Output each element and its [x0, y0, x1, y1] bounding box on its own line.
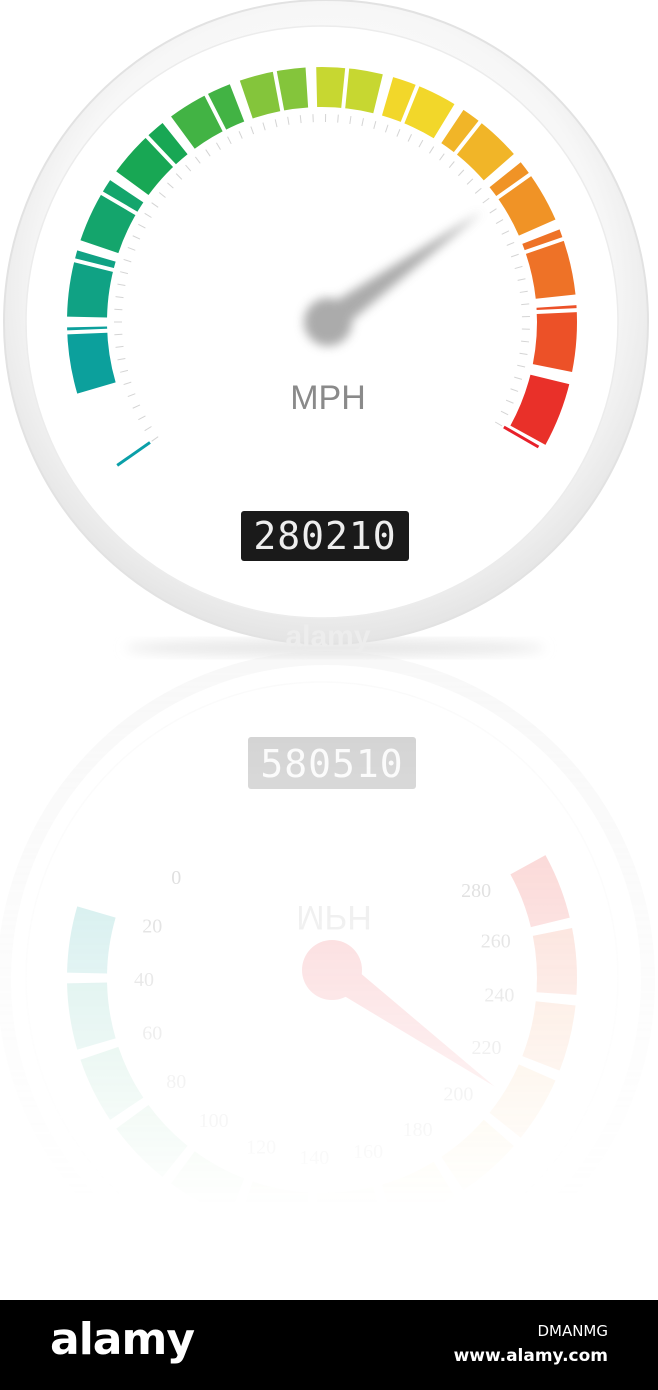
arc-segment: [67, 982, 116, 1050]
alamy-logo: alamy: [50, 1314, 195, 1365]
reflection-tick-label: 0: [171, 867, 181, 889]
arc-segment: [239, 1181, 309, 1233]
reflection-tick-label: 220: [471, 1037, 501, 1059]
arc-segment: [80, 1046, 144, 1120]
arc-segment: [510, 855, 570, 928]
minor-tick: [521, 303, 530, 306]
speedometer-illustration: MPH 280210 alamy 0 20 40 60 80 100 120 140 160 18…: [0, 0, 658, 1300]
minor-tick: [337, 114, 339, 123]
arc-segment: [441, 1119, 514, 1191]
arc-segment: [171, 1151, 245, 1216]
arc-segment: [489, 1064, 556, 1138]
watermark-text: alamy: [285, 620, 370, 653]
reflection-unit-label: MPH: [296, 898, 372, 936]
reflection-tick-label: 280: [461, 880, 491, 902]
arc-segment: [532, 305, 577, 372]
needle-hub: [304, 298, 352, 346]
site-url: www.alamy.com: [453, 1346, 608, 1366]
arc-segment: [116, 1104, 188, 1178]
reflection-odometer: 580510: [248, 737, 416, 789]
reflection-tick-label: 240: [484, 985, 514, 1007]
reflection-tick-label: 120: [246, 1136, 276, 1158]
reflection-tick-label: 160: [353, 1141, 383, 1163]
arc-segment: [532, 928, 577, 995]
reflection-tick-label: 200: [443, 1083, 473, 1105]
odometer-value: 280210: [253, 514, 396, 558]
arc-separator: [64, 328, 111, 335]
odometer: 280210: [241, 511, 409, 561]
arc-segment: [316, 67, 383, 114]
reflection-tick-label: 180: [403, 1119, 433, 1141]
arc-separator: [533, 307, 580, 315]
gauge-reflection: 020406080100120 140 160180200220240260280 …: [0, 651, 655, 1300]
speedometer-gauge: MPH 280210 alamy: [3, 0, 649, 656]
arc-segment: [381, 1161, 455, 1223]
arc-segment: [522, 1001, 576, 1071]
reflection-tick-label: 140: [299, 1147, 329, 1169]
reflection-tick-label: 40: [134, 969, 154, 991]
unit-label: MPH: [290, 379, 366, 417]
reflection-odometer-value: 580510: [260, 742, 403, 786]
footer-bar: alamy DMANMG www.alamy.com: [0, 1300, 658, 1390]
reflection-tick-label: 260: [481, 930, 511, 952]
reflection-tick-label: 100: [199, 1110, 229, 1132]
reflection-needle-hub: [302, 940, 362, 1000]
arc-segment: [316, 1186, 383, 1233]
reflection-tick-label: 80: [166, 1071, 186, 1093]
arc-segment: [67, 906, 116, 974]
gauge-canvas: MPH 280210 alamy 0 20 40 60 80 100 120 140 160 18…: [0, 0, 655, 1300]
reflection-tick-label: 20: [142, 915, 162, 937]
reflection-tick-label: 60: [142, 1023, 162, 1045]
image-id: DMANMG: [537, 1322, 608, 1340]
reflection-needle: [302, 940, 495, 1087]
